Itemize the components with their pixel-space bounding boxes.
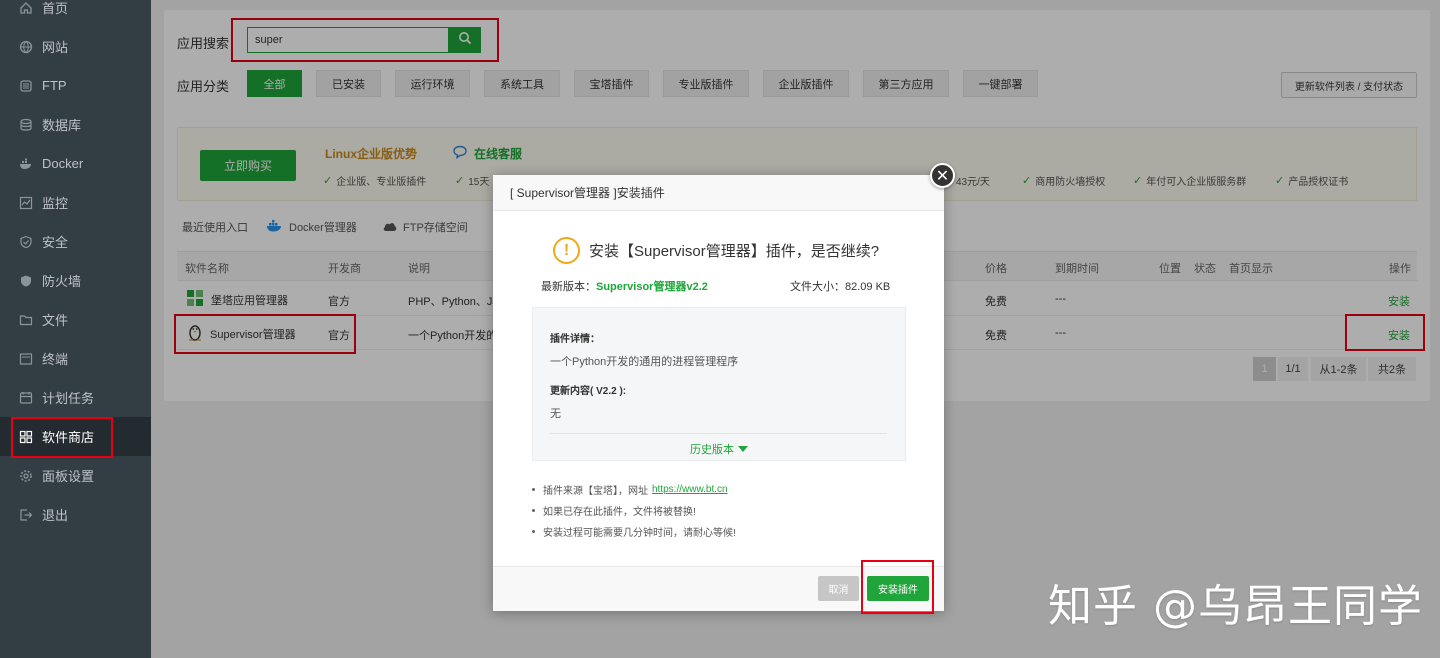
docker-icon	[19, 157, 33, 171]
sidebar-item-label: FTP	[42, 78, 67, 93]
ftp-icon	[19, 79, 33, 93]
plugin-details-text: 一个Python开发的通用的进程管理程序	[550, 356, 739, 368]
sidebar-item-label: 首页	[42, 1, 69, 16]
note-item: 安装过程可能需要几分钟时间，请耐心等候!	[532, 524, 736, 539]
sidebar-item-database[interactable]: 数据库	[0, 105, 151, 144]
update-content-label: 更新内容( V2.2 ):	[550, 386, 627, 397]
sidebar-item-firewall[interactable]: 防火墙	[0, 261, 151, 300]
sidebar-item-label: 面板设置	[42, 469, 95, 484]
gear-icon	[19, 469, 33, 483]
sidebar-item-label: Docker	[42, 156, 84, 171]
sidebar-item-label: 软件商店	[42, 430, 95, 445]
database-icon	[19, 118, 33, 132]
close-icon[interactable]: ✕	[930, 163, 955, 188]
sidebar-item-logout[interactable]: 退出	[0, 495, 151, 534]
firewall-icon	[19, 274, 33, 288]
home-icon	[19, 1, 33, 15]
folder-icon	[19, 313, 33, 327]
sidebar: 首页 网站 FTP 数据库 Docker 监控 安全 防火墙 文件 终端 计划任…	[0, 0, 151, 658]
sidebar-item-monitor[interactable]: 监控	[0, 183, 151, 222]
dialog-title: [ Supervisor管理器 ]安装插件	[493, 175, 944, 211]
sidebar-item-cron[interactable]: 计划任务	[0, 378, 151, 417]
cancel-button[interactable]: 取消	[818, 576, 859, 601]
shield-icon	[19, 235, 33, 249]
bt-website-link[interactable]: https://www.bt.cn	[652, 484, 728, 495]
sidebar-item-app-store[interactable]: 软件商店	[0, 417, 151, 456]
grid-icon	[19, 430, 33, 444]
details-divider	[550, 433, 887, 434]
confirm-question: ! 安装【Supervisor管理器】插件，是否继续?	[553, 237, 879, 264]
sidebar-item-label: 安全	[42, 235, 69, 250]
sidebar-item-website[interactable]: 网站	[0, 27, 151, 66]
monitor-icon	[19, 196, 33, 210]
sidebar-item-label: 计划任务	[42, 391, 95, 406]
sidebar-item-settings[interactable]: 面板设置	[0, 456, 151, 495]
terminal-icon	[19, 352, 33, 366]
sidebar-item-security[interactable]: 安全	[0, 222, 151, 261]
update-content-text: 无	[550, 408, 561, 420]
sidebar-item-label: 监控	[42, 196, 69, 211]
sidebar-item-terminal[interactable]: 终端	[0, 339, 151, 378]
plugin-details-label: 插件详情：	[550, 334, 600, 345]
sidebar-item-home[interactable]: 首页	[0, 0, 151, 27]
install-plugin-button[interactable]: 安装插件	[867, 576, 929, 601]
sidebar-item-label: 防火墙	[42, 274, 82, 289]
watermark: 知乎 @乌昂王同学	[1048, 581, 1423, 632]
latest-version: 最新版本：Supervisor管理器v2.2	[541, 281, 708, 293]
sidebar-item-ftp[interactable]: FTP	[0, 66, 151, 105]
warning-icon: !	[553, 237, 580, 264]
sidebar-item-label: 网站	[42, 40, 69, 55]
confirm-question-text: 安装【Supervisor管理器】插件，是否继续?	[589, 243, 880, 260]
caret-down-icon	[738, 443, 748, 455]
sidebar-item-label: 数据库	[42, 118, 82, 133]
sidebar-item-label: 终端	[42, 352, 69, 367]
note-item: 如果已存在此插件，文件将被替换!	[532, 503, 696, 518]
file-size: 文件大小：82.09 KB	[790, 281, 891, 293]
logout-icon	[19, 508, 33, 522]
sidebar-item-docker[interactable]: Docker	[0, 144, 151, 183]
history-versions-toggle[interactable]: 历史版本	[690, 441, 748, 457]
sidebar-item-label: 文件	[42, 313, 69, 328]
note-item: 插件来源【宝塔】，网址 https://www.bt.cn	[532, 482, 728, 497]
sidebar-item-files[interactable]: 文件	[0, 300, 151, 339]
sidebar-item-label: 退出	[42, 508, 69, 523]
clock-icon	[19, 391, 33, 405]
globe-icon	[19, 40, 33, 54]
